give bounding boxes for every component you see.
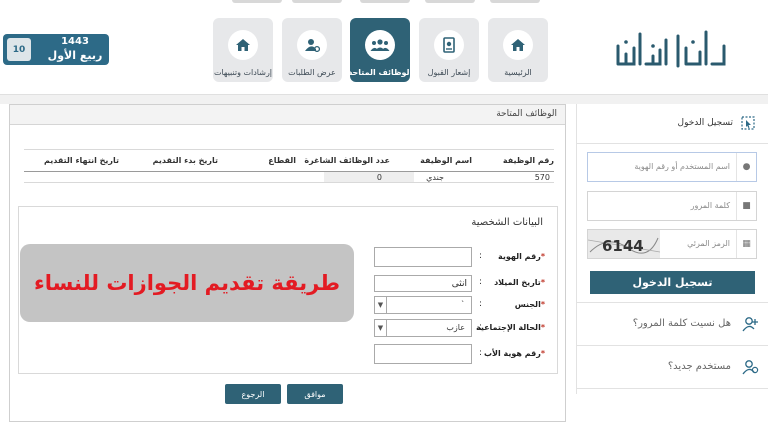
user-plus-icon	[742, 317, 758, 332]
date-day: 10	[7, 38, 31, 61]
document-icon	[434, 30, 464, 60]
id-number-input[interactable]	[374, 247, 472, 267]
agree-button[interactable]: موافق	[287, 384, 343, 404]
login-panel: تسجيل الدخول اسم المستخدم أو رقم الهوية …	[576, 104, 768, 394]
nav-view-requests-label: عرض الطلبات	[288, 68, 336, 77]
label-birth-date: تاريخ الميلاد*	[494, 278, 545, 287]
header: الرئيسية إشعار القبول الوظائف المتاحة عر…	[0, 0, 768, 96]
login-title: تسجيل الدخول	[677, 118, 733, 128]
overlay-banner: طريقة تقديم الجوازات للنساء	[20, 244, 354, 322]
absher-tawzif-logo[interactable]	[612, 26, 732, 72]
user-icon: ●	[736, 153, 756, 181]
date-month: ربيع الأول	[47, 49, 103, 62]
nav-available-jobs-label: الوظائف المتاحة	[347, 68, 413, 77]
svg-text:6144: 6144	[602, 237, 644, 255]
login-header: تسجيل الدخول	[577, 104, 768, 144]
jobs-table: رقم الوظيفة اسم الوظيفة عدد الوظائف الشا…	[24, 149, 554, 183]
login-button[interactable]: تسجيل الدخول	[590, 271, 755, 294]
personal-info-title: البيانات الشخصية	[471, 217, 543, 228]
label-id-number: رقم الهوية*	[498, 252, 545, 261]
forgot-password-link[interactable]: هل نسيت كلمة المرور؟	[577, 309, 768, 339]
new-user-link[interactable]: مستخدم جديد؟	[577, 352, 768, 382]
home-icon	[228, 30, 258, 60]
th-sector: القطاع	[268, 156, 296, 165]
back-button[interactable]: الرجوع	[225, 384, 281, 404]
nav-guidelines[interactable]: إرشادات وتنبيهات	[213, 18, 273, 82]
overlay-banner-text: طريقة تقديم الجوازات للنساء	[34, 271, 340, 295]
nav-home[interactable]: الرئيسية	[488, 18, 548, 82]
home-icon	[503, 30, 533, 60]
chevron-down-icon: ▼	[375, 297, 387, 313]
header-divider	[0, 94, 768, 104]
login-cursor-icon	[741, 116, 755, 130]
captcha-field[interactable]: 6144 الرمز المرئي ▦	[587, 229, 757, 259]
cell-job-number: 570	[534, 173, 550, 182]
label-marital-status: الحالة الإجتماعية*	[475, 323, 545, 332]
username-field[interactable]: اسم المستخدم أو رقم الهوية ●	[587, 152, 757, 182]
table-row[interactable]: 570 جندي 0	[24, 171, 554, 183]
th-job-name: اسم الوظيفة	[420, 156, 472, 165]
th-job-number: رقم الوظيفة	[502, 156, 554, 165]
chevron-down-icon: ▼	[375, 320, 387, 336]
nav-home-label: الرئيسية	[504, 68, 532, 77]
top-strip	[0, 0, 768, 6]
label-gender: الجنس*	[514, 300, 545, 309]
user-add-icon	[742, 360, 759, 375]
nav-acceptance-notice[interactable]: إشعار القبول	[419, 18, 479, 82]
birth-date-input[interactable]	[374, 275, 472, 292]
nav-view-requests[interactable]: عرض الطلبات	[282, 18, 342, 82]
cell-job-name: جندي	[426, 173, 444, 182]
user-settings-icon	[297, 30, 327, 60]
captcha-image: 6144	[588, 230, 660, 258]
nav-guidelines-label: إرشادات وتنبيهات	[213, 68, 273, 77]
cell-vacancies: 0	[376, 173, 382, 182]
gender-select[interactable]: ▼ `	[374, 296, 472, 314]
hijri-date-widget: 10 1443 ربيع الأول	[3, 34, 109, 65]
th-start-date: تاريخ بدء التقديم	[152, 156, 218, 165]
father-id-input[interactable]	[374, 344, 472, 364]
table-header-row: رقم الوظيفة اسم الوظيفة عدد الوظائف الشا…	[24, 149, 554, 171]
captcha-icon: ▦	[736, 230, 756, 258]
label-father-id: رقم هوية الأب*	[483, 349, 545, 358]
lock-icon: ■	[736, 192, 756, 220]
password-field[interactable]: كلمة المرور ■	[587, 191, 757, 221]
th-vacancies: عدد الوظائف الشاغرة	[304, 156, 390, 165]
th-end-date: تاريخ انتهاء التقديم	[43, 156, 119, 165]
group-icon	[365, 30, 395, 60]
date-year: 1443	[61, 36, 89, 47]
nav-acceptance-notice-label: إشعار القبول	[427, 68, 471, 77]
panel-title: الوظائف المتاحة	[496, 109, 557, 119]
panel-header: الوظائف المتاحة	[10, 105, 565, 125]
row-father-id: رقم هوية الأب* :	[19, 344, 559, 366]
marital-status-select[interactable]: ▼ عازب	[374, 319, 472, 337]
nav-available-jobs[interactable]: الوظائف المتاحة	[348, 18, 412, 82]
